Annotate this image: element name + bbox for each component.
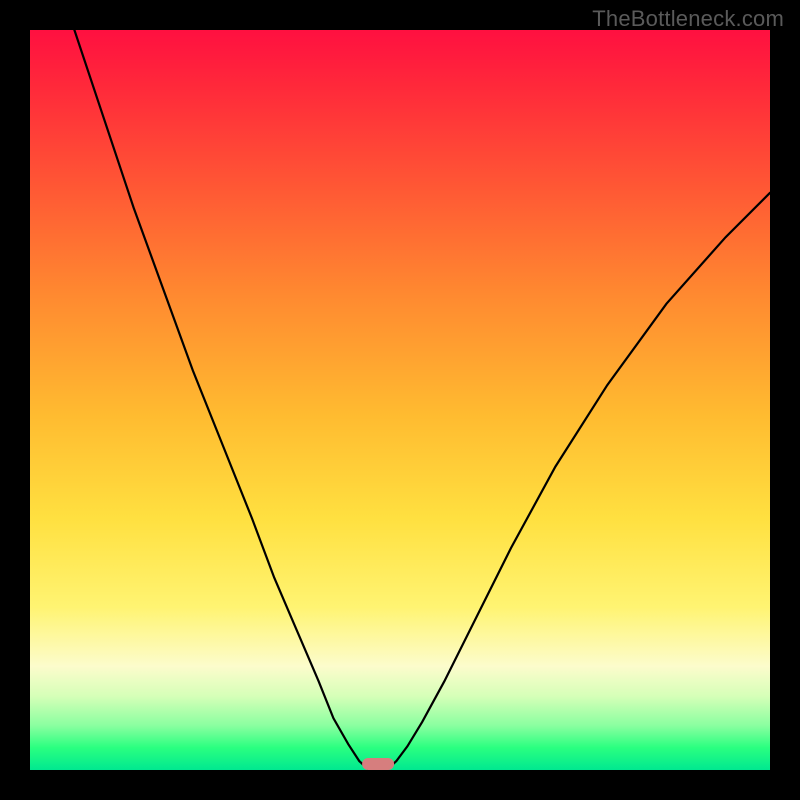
optimal-marker	[362, 758, 394, 770]
chart-frame: TheBottleneck.com	[0, 0, 800, 800]
watermark-text: TheBottleneck.com	[592, 6, 784, 32]
plot-area	[30, 30, 770, 770]
gradient-background	[30, 30, 770, 770]
